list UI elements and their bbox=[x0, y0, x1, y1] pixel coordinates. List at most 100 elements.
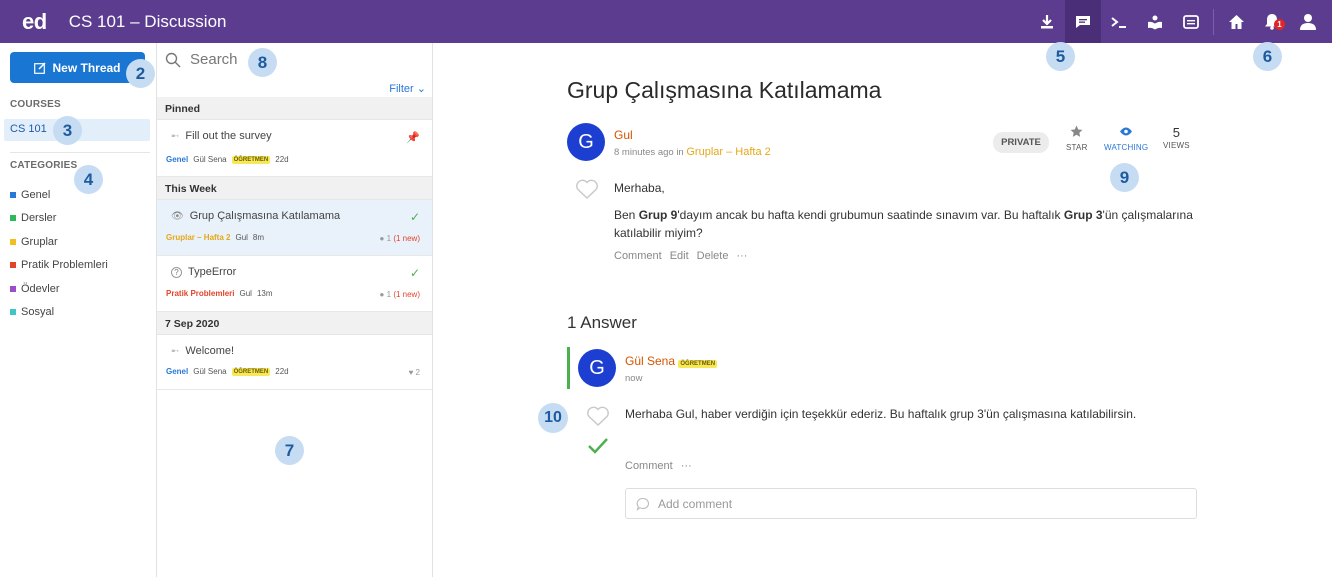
comment-icon: ● bbox=[379, 290, 385, 299]
star-icon bbox=[1070, 125, 1083, 137]
question-icon: ? bbox=[171, 266, 182, 278]
delete-link[interactable]: Delete bbox=[697, 250, 729, 262]
comment-count-value: 1 bbox=[386, 234, 392, 243]
category-item-gruplar[interactable]: Gruplar bbox=[10, 230, 108, 254]
page-title: CS 101 – Discussion bbox=[68, 11, 227, 31]
group-header-this-week: This Week bbox=[157, 177, 432, 200]
top-bar-divider bbox=[1213, 8, 1214, 35]
thread-item[interactable]: ➸ Fill out the survey 📌 Genel Gül Sena ÖĞ… bbox=[157, 120, 432, 177]
category-item-sosyal[interactable]: Sosyal bbox=[10, 301, 108, 325]
lessons-icon[interactable] bbox=[1137, 0, 1173, 43]
post-actions: Comment Edit Delete ··· bbox=[614, 250, 747, 262]
teacher-badge: ÖĞRETMEN bbox=[231, 367, 271, 376]
categories-heading: CATEGORIES bbox=[10, 160, 78, 171]
like-heart-icon[interactable] bbox=[586, 405, 610, 427]
resources-icon[interactable] bbox=[1173, 0, 1209, 43]
category-color-dot bbox=[10, 309, 16, 316]
post-body-bold: Grup 9 bbox=[638, 208, 678, 222]
views-stat: 5 VIEWS bbox=[1163, 125, 1190, 150]
eye-icon: 👁 bbox=[171, 210, 184, 222]
callout-badge: 2 bbox=[126, 59, 155, 88]
category-label: Ödevler bbox=[21, 282, 60, 295]
star-label: STAR bbox=[1066, 143, 1088, 152]
heart-icon: ♥ bbox=[408, 368, 414, 377]
avatar[interactable]: G bbox=[567, 123, 605, 161]
notification-count-badge: 1 bbox=[1274, 19, 1285, 30]
callout-badge: 8 bbox=[248, 48, 277, 77]
thread-title: Welcome! bbox=[185, 345, 235, 357]
download-icon[interactable] bbox=[1029, 0, 1065, 43]
announcement-icon: ➸ bbox=[171, 345, 180, 357]
accepted-check-icon[interactable] bbox=[587, 437, 609, 455]
home-icon[interactable] bbox=[1218, 0, 1254, 43]
callout-badge: 5 bbox=[1046, 42, 1075, 71]
add-comment-input[interactable]: Add comment bbox=[625, 488, 1197, 519]
accepted-answer-bar bbox=[567, 347, 570, 389]
thread-author: Gül Sena bbox=[193, 155, 227, 164]
pin-icon: 📌 bbox=[406, 132, 420, 144]
thread-author: Gul bbox=[235, 233, 248, 242]
star-button[interactable]: STAR bbox=[1066, 125, 1088, 152]
watching-toggle[interactable]: WATCHING bbox=[1104, 125, 1148, 152]
ed-logo[interactable]: ed bbox=[22, 9, 47, 35]
like-heart-icon[interactable] bbox=[575, 178, 599, 200]
thread-category: Genel bbox=[166, 155, 189, 164]
thread-item[interactable]: ? TypeError ✓ Pratik Problemleri Gul 13m … bbox=[157, 256, 432, 312]
category-color-dot bbox=[10, 262, 16, 269]
comment-link[interactable]: Comment bbox=[614, 250, 662, 262]
teacher-badge: ÖĞRETMEN bbox=[231, 155, 271, 164]
category-item-dersler[interactable]: Dersler bbox=[10, 207, 108, 231]
private-badge: PRIVATE bbox=[993, 132, 1049, 153]
thread-category: Genel bbox=[166, 367, 189, 376]
group-header-pinned: Pinned bbox=[157, 97, 432, 120]
category-label: Gruplar bbox=[21, 235, 58, 248]
thread-time: 22d bbox=[275, 155, 289, 164]
category-label: Dersler bbox=[21, 212, 57, 225]
category-list: Genel Dersler Gruplar Pratik Problemleri… bbox=[10, 183, 108, 324]
terminal-icon[interactable] bbox=[1101, 0, 1137, 43]
edit-icon bbox=[34, 61, 47, 74]
answered-check-icon: ✓ bbox=[409, 210, 420, 224]
category-color-dot bbox=[10, 191, 16, 198]
thread-item[interactable]: ➸ Welcome! Genel Gül Sena ÖĞRETMEN 22d ♥ … bbox=[157, 335, 432, 390]
group-header-date: 7 Sep 2020 bbox=[157, 312, 432, 335]
thread-item-selected[interactable]: 👁 Grup Çalışmasına Katılamama ✓ Gruplar –… bbox=[157, 200, 432, 256]
more-options-icon[interactable]: ··· bbox=[681, 460, 692, 472]
post-time: 8 minutes ago in bbox=[614, 147, 684, 158]
callout-badge: 7 bbox=[275, 436, 304, 465]
filter-dropdown[interactable]: Filter ⌄ bbox=[389, 82, 426, 95]
post-author[interactable]: Gul bbox=[614, 128, 633, 142]
thread-category: Gruplar – Hafta 2 bbox=[166, 233, 231, 242]
avatar[interactable]: G bbox=[578, 349, 616, 387]
top-bar: ed CS 101 – Discussion 1 bbox=[0, 0, 1332, 43]
answer-author-name[interactable]: Gül Sena bbox=[625, 354, 675, 368]
more-options-icon[interactable]: ··· bbox=[736, 250, 747, 262]
new-thread-button[interactable]: New Thread bbox=[10, 52, 145, 83]
new-thread-label: New Thread bbox=[52, 60, 121, 75]
post-title: Grup Çalışmasına Katılamama bbox=[567, 77, 882, 103]
search-placeholder: Search bbox=[190, 51, 238, 68]
category-item-pratik-problemleri[interactable]: Pratik Problemleri bbox=[10, 254, 108, 278]
thread-time: 8m bbox=[252, 233, 265, 242]
answers-heading: 1 Answer bbox=[567, 313, 637, 332]
thread-category: Pratik Problemleri bbox=[166, 289, 235, 298]
search-input[interactable]: Search bbox=[165, 51, 238, 68]
edit-link[interactable]: Edit bbox=[670, 250, 689, 262]
callout-badge: 3 bbox=[53, 116, 82, 145]
callout-badge: 6 bbox=[1253, 42, 1282, 71]
comment-link[interactable]: Comment bbox=[625, 460, 673, 472]
category-color-dot bbox=[10, 238, 16, 245]
post-body: Ben Grup 9'dayım ancak bu hafta kendi gr… bbox=[614, 206, 1194, 242]
courses-heading: COURSES bbox=[10, 99, 61, 110]
category-item-odevler[interactable]: Ödevler bbox=[10, 277, 108, 301]
thread-author: Gül Sena bbox=[193, 367, 227, 376]
user-profile-icon[interactable] bbox=[1290, 0, 1326, 43]
post-category-link[interactable]: Gruplar – Hafta 2 bbox=[686, 146, 770, 158]
notifications-icon[interactable]: 1 bbox=[1254, 0, 1290, 43]
post-body-text: Ben bbox=[614, 208, 639, 222]
views-label: VIEWS bbox=[1163, 141, 1190, 150]
post-body-bold: Grup 3 bbox=[1063, 208, 1103, 222]
discussion-icon[interactable] bbox=[1065, 0, 1101, 43]
callout-badge: 4 bbox=[74, 165, 103, 194]
watching-label: WATCHING bbox=[1104, 143, 1149, 152]
